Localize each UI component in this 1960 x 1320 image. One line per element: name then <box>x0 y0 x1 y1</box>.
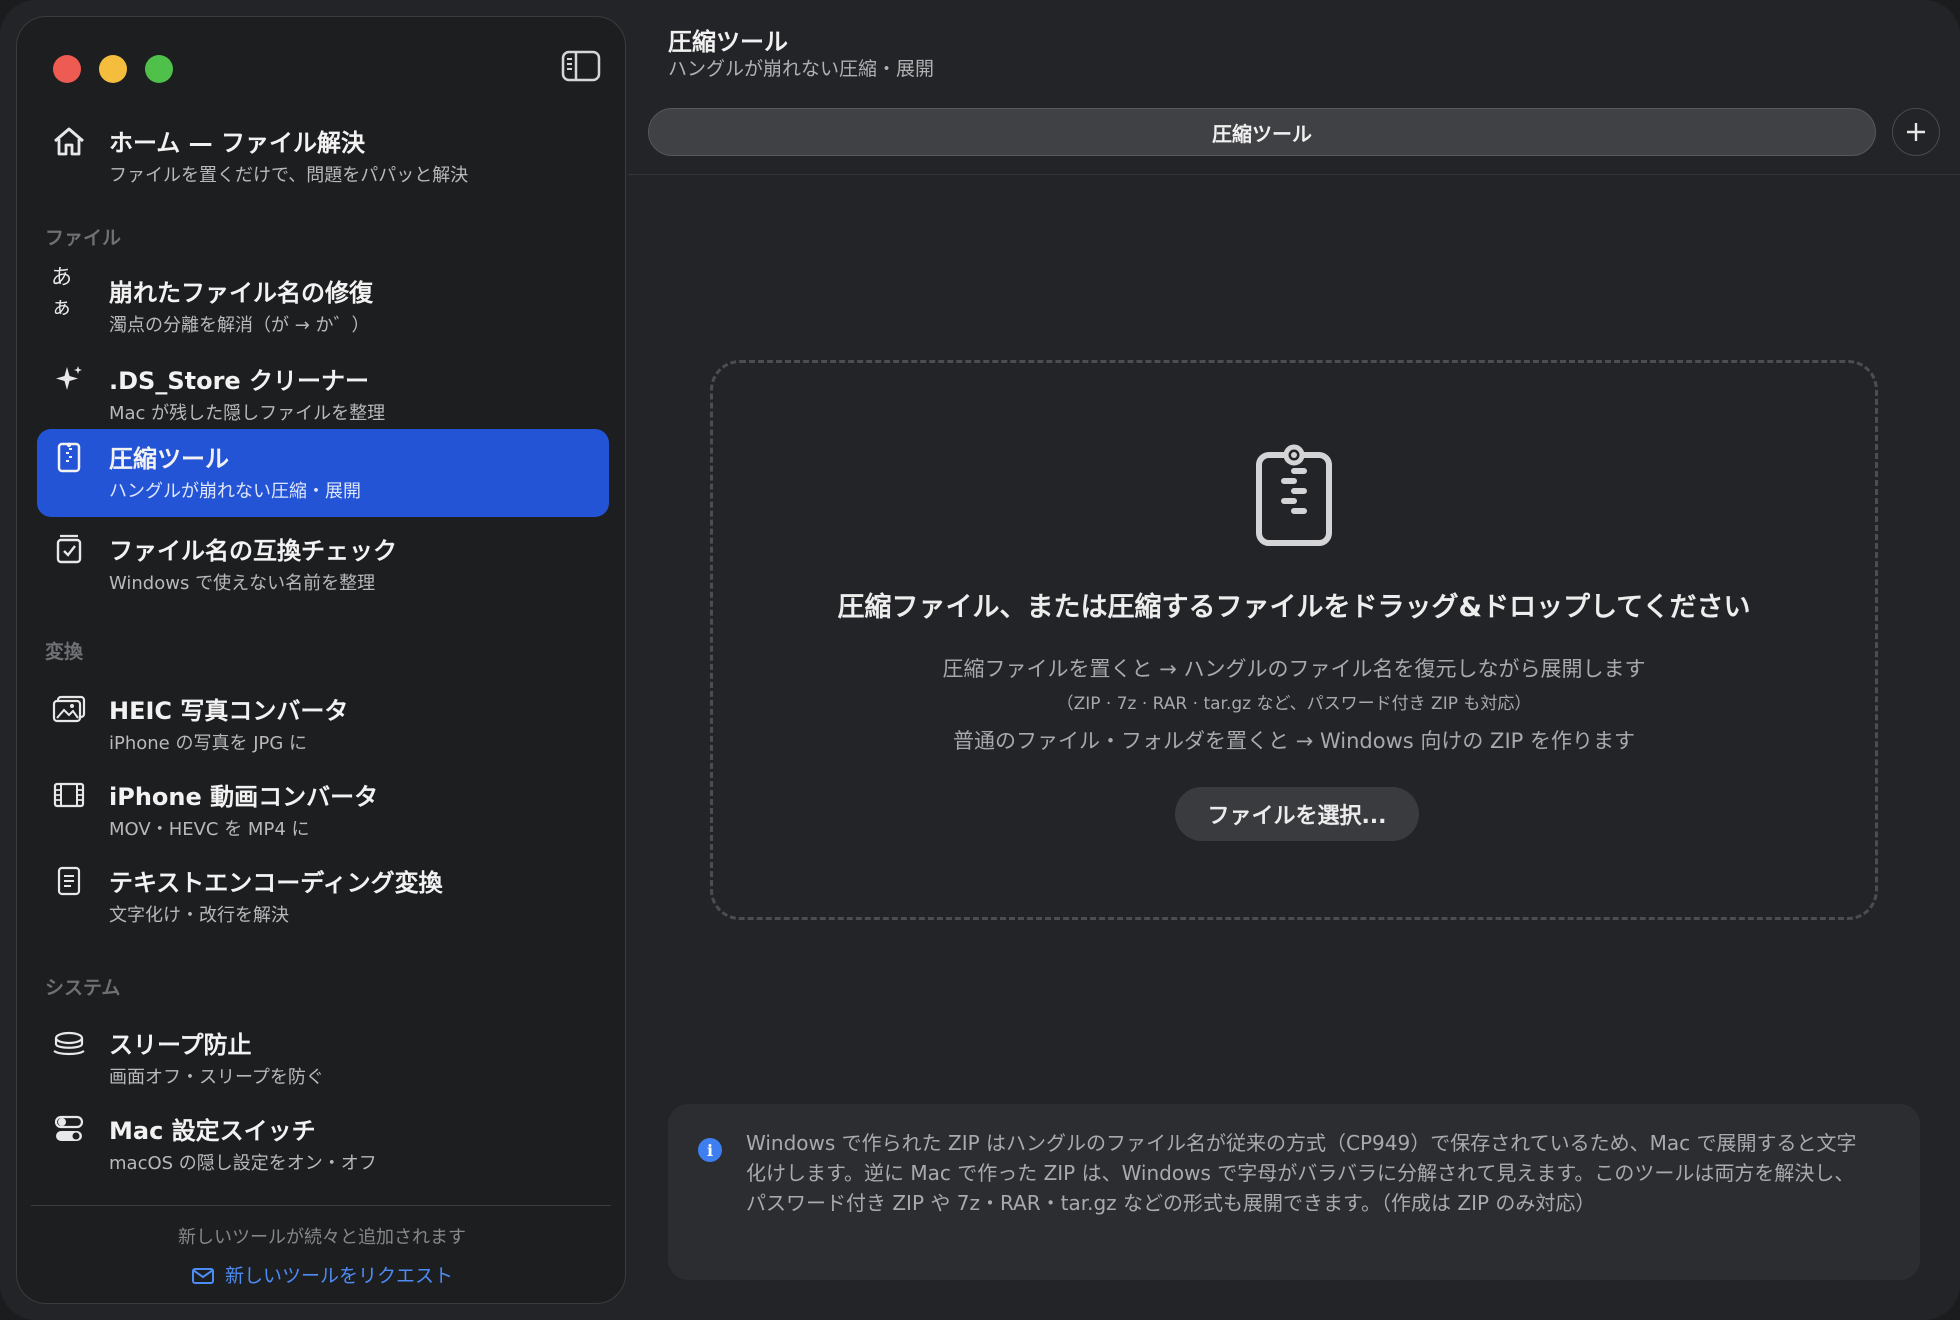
app-window: ホーム — ファイル解決 ファイルを置くだけで、問題をパパッと解決 ファイル あ… <box>0 0 1960 1320</box>
sidebar-item-title: .DS_Store クリーナー <box>109 367 370 395</box>
sidebar-toggle-icon[interactable] <box>561 49 601 83</box>
sidebar-item-title: スリープ防止 <box>109 1031 252 1059</box>
sidebar-item-subtitle: Windows で使えない名前を整理 <box>109 573 376 594</box>
house-icon <box>51 123 87 159</box>
drop-zone-hint-extract: 圧縮ファイルを置くと → ハングルのファイル名を復元しながら展開します <box>942 657 1646 681</box>
drop-zone-title: 圧縮ファイル、または圧縮するファイルをドラッグ&ドロップしてください <box>837 592 1751 623</box>
minimize-window-button[interactable] <box>99 55 127 83</box>
zip-icon <box>1251 443 1337 549</box>
sidebar-item-subtitle: MOV・HEVC を MP4 に <box>109 819 310 840</box>
tab-compression-tool[interactable]: 圧縮ツール <box>648 108 1876 156</box>
select-file-button[interactable]: ファイルを選択... <box>1175 787 1419 841</box>
drop-zone[interactable]: 圧縮ファイル、または圧縮するファイルをドラッグ&ドロップしてください 圧縮ファイ… <box>710 360 1878 920</box>
sidebar-item-title: ホーム — ファイル解決 <box>109 129 365 157</box>
sidebar-item-title: HEIC 写真コンバータ <box>109 697 349 725</box>
sidebar-item-subtitle: 文字化け・改行を解決 <box>109 905 289 926</box>
sidebar-item-title: iPhone 動画コンバータ <box>109 783 379 811</box>
sidebar: ホーム — ファイル解決 ファイルを置くだけで、問題をパパッと解決 ファイル あ… <box>16 16 626 1304</box>
sidebar-item-mac-settings[interactable]: Mac 設定スイッチ macOS の隠し設定をオン・オフ <box>37 1101 609 1189</box>
sidebar-item-home[interactable]: ホーム — ファイル解決 ファイルを置くだけで、問題をパパッと解決 <box>37 113 609 201</box>
sidebar-item-title: テキストエンコーディング変換 <box>109 869 443 897</box>
add-tab-button[interactable] <box>1892 108 1940 156</box>
sidebar-item-subtitle: iPhone の写真を JPG に <box>109 733 308 754</box>
sidebar-footer-divider <box>31 1205 611 1206</box>
sidebar-item-subtitle: ハングルが崩れない圧縮・展開 <box>109 481 361 502</box>
plus-icon <box>1905 121 1927 143</box>
sidebar-item-text-encoding[interactable]: テキストエンコーディング変換 文字化け・改行を解決 <box>37 853 609 941</box>
sidebar-item-subtitle: ファイルを置くだけで、問題をパパッと解決 <box>109 165 469 186</box>
page-title: 圧縮ツール <box>668 28 788 56</box>
sidebar-item-subtitle: 濁点の分離を解消（が → か゛） <box>109 315 370 336</box>
select-file-label: ファイルを選択... <box>1207 804 1387 829</box>
sidebar-item-heic-converter[interactable]: HEIC 写真コンバータ iPhone の写真を JPG に <box>37 681 609 769</box>
request-tool-label: 新しいツールをリクエスト <box>224 1265 453 1287</box>
zoom-window-button[interactable] <box>145 55 173 83</box>
sparkle-icon <box>51 361 87 397</box>
page-subtitle: ハングルが崩れない圧縮・展開 <box>668 58 935 80</box>
close-window-button[interactable] <box>53 55 81 83</box>
tab-label: 圧縮ツール <box>1212 121 1312 146</box>
info-panel: i Windows で作られた ZIP はハングルのファイル名が従来の方式（CP… <box>668 1104 1920 1280</box>
info-text: Windows で作られた ZIP はハングルのファイル名が従来の方式（CP94… <box>746 1131 1857 1215</box>
sidebar-item-ds-store-cleaner[interactable]: .DS_Store クリーナー Mac が残した隠しファイルを整理 <box>37 351 609 439</box>
sidebar-item-subtitle: macOS の隠し設定をオン・オフ <box>109 1153 377 1174</box>
photo-icon <box>51 691 87 727</box>
hiragana-icon: あぁ <box>51 265 72 319</box>
drop-zone-hint-formats: （ZIP · 7z · RAR · tar.gz など、パスワード付き ZIP … <box>1056 694 1532 714</box>
zip-icon <box>51 439 87 475</box>
checklist-icon <box>51 531 87 567</box>
document-icon <box>51 863 87 899</box>
sidebar-item-subtitle: Mac が残した隠しファイルを整理 <box>109 403 386 424</box>
info-icon: i <box>698 1138 722 1162</box>
film-icon <box>51 777 87 813</box>
sidebar-item-compression-tool[interactable]: 圧縮ツール ハングルが崩れない圧縮・展開 <box>37 429 609 517</box>
request-tool-link[interactable]: 新しいツールをリクエスト <box>17 1261 625 1288</box>
envelope-icon <box>191 1267 215 1285</box>
header-divider <box>628 174 1960 175</box>
drop-zone-hint-create: 普通のファイル・フォルダを置くと → Windows 向けの ZIP を作ります <box>953 729 1635 753</box>
section-header-system: システム <box>45 977 121 999</box>
sidebar-item-title: Mac 設定スイッチ <box>109 1117 316 1145</box>
section-header-convert: 変換 <box>45 641 84 663</box>
switches-icon <box>51 1111 87 1147</box>
section-header-file: ファイル <box>45 227 122 249</box>
sidebar-item-title: ファイル名の互換チェック <box>109 537 397 565</box>
sidebar-item-filename-repair[interactable]: あぁ 崩れたファイル名の修復 濁点の分離を解消（が → か゛） <box>37 263 609 351</box>
sidebar-item-sleep-prevention[interactable]: スリープ防止 画面オフ・スリープを防ぐ <box>37 1015 609 1103</box>
sidebar-item-subtitle: 画面オフ・スリープを防ぐ <box>109 1067 324 1088</box>
sidebar-item-title: 崩れたファイル名の修復 <box>109 279 373 307</box>
sidebar-item-filename-compat-check[interactable]: ファイル名の互換チェック Windows で使えない名前を整理 <box>37 521 609 609</box>
sidebar-item-video-converter[interactable]: iPhone 動画コンバータ MOV・HEVC を MP4 に <box>37 767 609 855</box>
sidebar-item-title: 圧縮ツール <box>109 445 229 473</box>
footer-note: 新しいツールが続々と追加されます <box>178 1227 466 1248</box>
coffee-cup-icon <box>51 1025 87 1061</box>
